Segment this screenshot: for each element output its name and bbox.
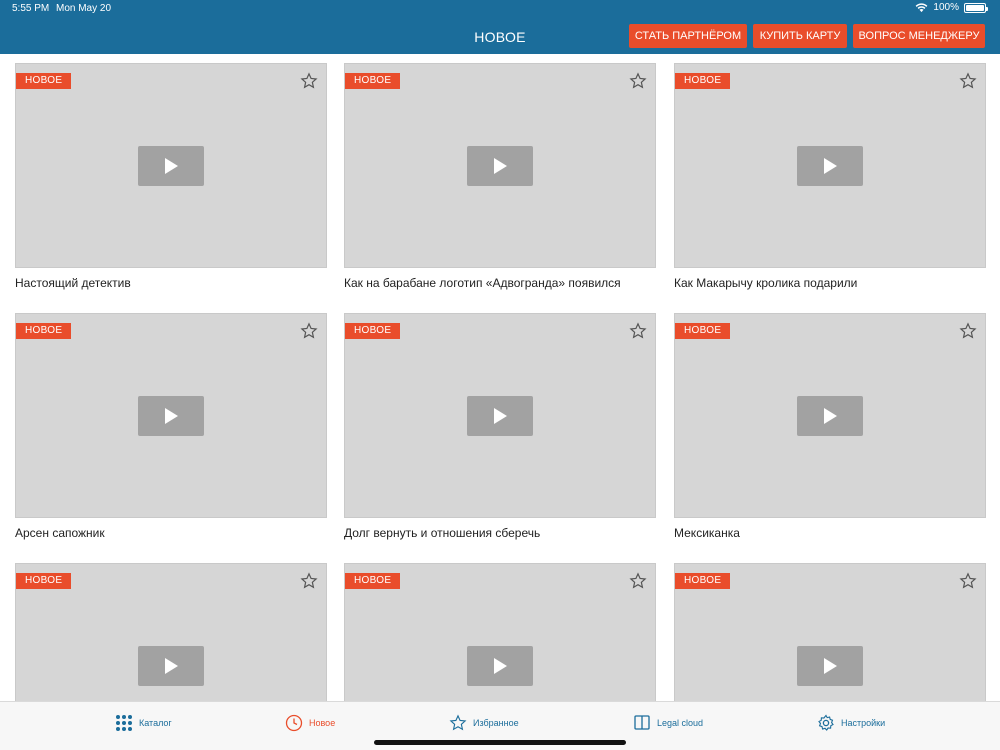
new-badge: НОВОЕ — [675, 573, 731, 589]
play-button[interactable] — [467, 396, 533, 436]
video-title[interactable]: Арсен сапожник — [15, 526, 327, 540]
video-thumbnail[interactable]: НОВОЕ — [674, 313, 986, 518]
favorite-star-icon[interactable] — [300, 72, 318, 90]
play-icon — [824, 658, 837, 674]
video-card[interactable]: НОВОЕ Долг вернуть и отношения сберечь — [344, 313, 656, 540]
play-icon — [494, 158, 507, 174]
tab-new[interactable]: Новое — [285, 713, 335, 733]
play-icon — [824, 158, 837, 174]
buy-card-button[interactable]: КУПИТЬ КАРТУ — [753, 24, 847, 48]
status-date: Mon May 20 — [56, 3, 112, 14]
new-badge: НОВОЕ — [675, 323, 731, 339]
tab-favorites[interactable]: Избранное — [449, 713, 519, 733]
video-thumbnail[interactable]: НОВОЕ — [15, 313, 327, 518]
video-title[interactable]: Как на барабане логотип «Адвогранда» поя… — [344, 276, 656, 290]
play-icon — [165, 158, 178, 174]
new-badge: НОВОЕ — [345, 73, 401, 89]
new-badge: НОВОЕ — [16, 323, 72, 339]
app-root: 5:55 PM Mon May 20 100% НОВОЕ СТАТЬ ПАРТ… — [0, 0, 1000, 750]
top-bar: 5:55 PM Mon May 20 100% НОВОЕ СТАТЬ ПАРТ… — [0, 0, 1000, 54]
ask-manager-button[interactable]: ВОПРОС МЕНЕДЖЕРУ — [853, 24, 985, 48]
video-card[interactable]: НОВОЕ Арсен сапожник — [15, 313, 327, 540]
status-bar: 5:55 PM Mon May 20 100% — [0, 0, 1000, 18]
star-icon — [449, 714, 467, 731]
play-icon — [494, 658, 507, 674]
play-button[interactable] — [797, 646, 863, 686]
video-title[interactable]: Настоящий детектив — [15, 276, 327, 290]
home-indicator[interactable] — [374, 740, 626, 745]
video-title[interactable]: Мексиканка — [674, 526, 986, 540]
tab-catalog-label: Каталог — [139, 718, 172, 728]
battery-icon — [964, 2, 988, 13]
favorite-star-icon[interactable] — [629, 72, 647, 90]
tab-legal-cloud-label: Legal cloud — [657, 718, 704, 728]
favorite-star-icon[interactable] — [959, 572, 977, 590]
video-card[interactable]: НОВОЕ Настоящий детектив — [15, 63, 327, 290]
play-button[interactable] — [797, 146, 863, 186]
wifi-icon — [916, 2, 928, 12]
video-card[interactable]: НОВОЕ Как на барабане логотип «Адвогранд… — [344, 63, 656, 290]
favorite-star-icon[interactable] — [300, 572, 318, 590]
new-badge: НОВОЕ — [16, 573, 72, 589]
page-title: НОВОЕ — [474, 29, 526, 45]
video-thumbnail[interactable]: НОВОЕ — [344, 63, 656, 268]
become-partner-button[interactable]: СТАТЬ ПАРТНЁРОМ — [629, 24, 747, 48]
new-badge: НОВОЕ — [345, 323, 401, 339]
play-icon — [494, 408, 507, 424]
play-button[interactable] — [138, 146, 204, 186]
play-button[interactable] — [138, 396, 204, 436]
grid-icon — [116, 715, 132, 731]
tab-legal-cloud[interactable]: Legal cloud — [633, 713, 703, 733]
favorite-star-icon[interactable] — [300, 322, 318, 340]
new-badge: НОВОЕ — [675, 73, 731, 89]
favorite-star-icon[interactable] — [629, 572, 647, 590]
favorite-star-icon[interactable] — [629, 322, 647, 340]
tab-settings-label: Настройки — [841, 718, 886, 728]
tab-settings[interactable]: Настройки — [817, 713, 885, 733]
video-thumbnail[interactable]: НОВОЕ — [344, 313, 656, 518]
video-card[interactable]: НОВОЕ Как Макарычу кролика подарили — [674, 63, 986, 290]
new-badge: НОВОЕ — [16, 73, 72, 89]
play-icon — [165, 408, 178, 424]
status-right: 100% — [915, 2, 988, 13]
play-button[interactable] — [467, 646, 533, 686]
tab-catalog[interactable]: Каталог — [115, 713, 172, 733]
book-icon — [634, 715, 650, 730]
tab-new-label: Новое — [309, 718, 336, 728]
new-badge: НОВОЕ — [345, 573, 401, 589]
battery-percent: 100% — [933, 2, 959, 13]
video-thumbnail[interactable]: НОВОЕ — [15, 63, 327, 268]
favorite-star-icon[interactable] — [959, 322, 977, 340]
play-button[interactable] — [467, 146, 533, 186]
video-title[interactable]: Долг вернуть и отношения сберечь — [344, 526, 656, 540]
tab-favorites-label: Избранное — [473, 718, 519, 728]
clock-icon — [285, 714, 303, 732]
play-icon — [824, 408, 837, 424]
play-button[interactable] — [138, 646, 204, 686]
status-time: 5:55 PM — [12, 3, 50, 14]
gear-icon — [818, 714, 834, 731]
video-thumbnail[interactable]: НОВОЕ — [674, 63, 986, 268]
play-icon — [165, 658, 178, 674]
play-button[interactable] — [797, 396, 863, 436]
video-title[interactable]: Как Макарычу кролика подарили — [674, 276, 986, 290]
video-card[interactable]: НОВОЕ Мексиканка — [674, 313, 986, 540]
favorite-star-icon[interactable] — [959, 72, 977, 90]
